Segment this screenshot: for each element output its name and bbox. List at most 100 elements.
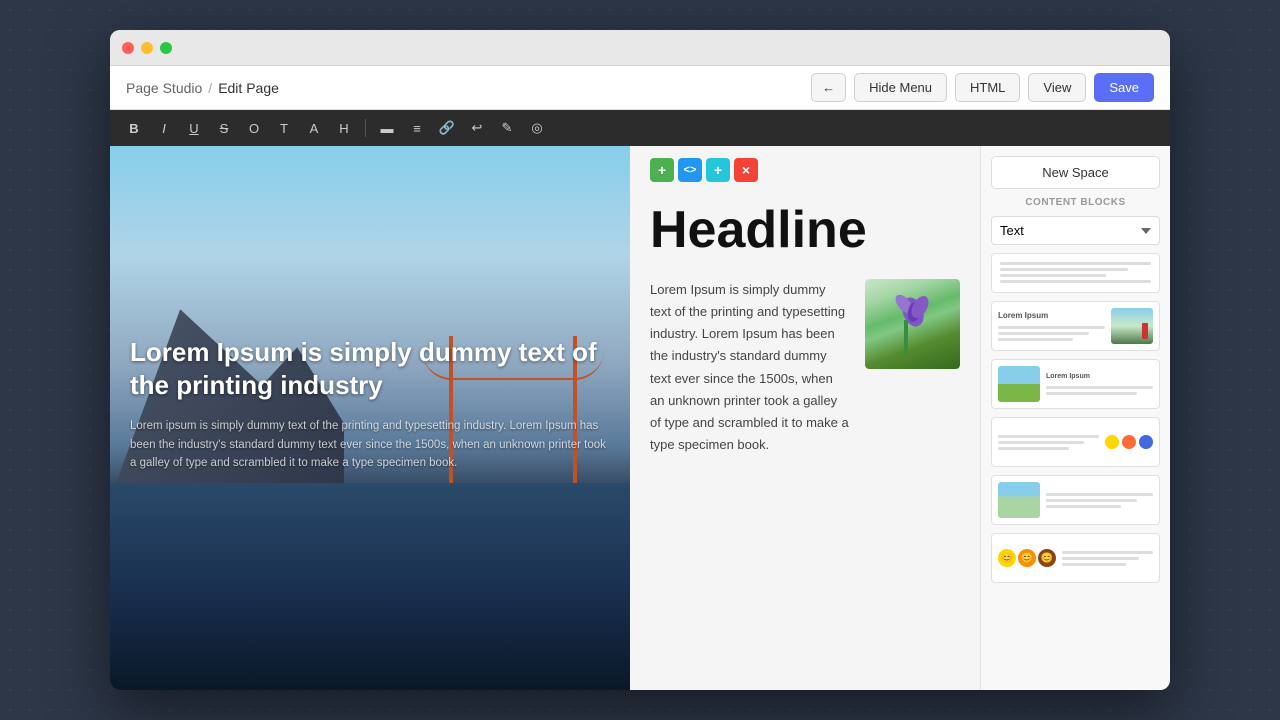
template-colorful[interactable] (991, 417, 1160, 467)
pen-button[interactable]: ✎ (495, 116, 519, 140)
circle-yellow (1105, 435, 1119, 449)
block-code-button[interactable]: <> (678, 158, 702, 182)
undo-button[interactable]: ↩ (465, 116, 489, 140)
template-line (1046, 505, 1121, 508)
font-button[interactable]: A (302, 116, 326, 140)
toolbar-divider (365, 119, 366, 137)
template-text-lines (1062, 551, 1153, 566)
face-2: 😊 (1018, 549, 1036, 567)
template-line (998, 326, 1105, 329)
content-image (865, 279, 960, 369)
link-button[interactable]: 🔗 (435, 116, 459, 140)
template-thumbnail-field (998, 366, 1040, 402)
template-line (1046, 493, 1153, 496)
template-text-lines: Lorem Ipsum (998, 311, 1105, 341)
main-area: Lorem Ipsum is simply dummy text of the … (110, 146, 1170, 690)
template-line (1000, 280, 1151, 283)
circle-blue (1139, 435, 1153, 449)
italic-button[interactable]: I (152, 116, 176, 140)
block-plus-button[interactable]: + (706, 158, 730, 182)
hero-panel: Lorem Ipsum is simply dummy text of the … (110, 146, 630, 690)
template-line (998, 435, 1099, 438)
app-content: Page Studio / Edit Page ← Hide Menu HTML… (110, 66, 1170, 690)
hero-description: Lorem ipsum is simply dummy text of the … (130, 417, 610, 472)
content-headline[interactable]: Headline (650, 202, 960, 259)
html-button[interactable]: HTML (955, 73, 1020, 102)
face-1: 😊 (998, 549, 1016, 567)
template-text-lines (1046, 493, 1153, 508)
block-close-button[interactable]: × (734, 158, 758, 182)
template-line (998, 332, 1089, 335)
hero-image: Lorem Ipsum is simply dummy text of the … (110, 146, 630, 690)
block-toolbar: + <> + × (650, 158, 758, 182)
content-text[interactable]: Lorem Ipsum is simply dummy text of the … (650, 279, 849, 456)
titlebar (110, 30, 1170, 66)
hide-menu-button[interactable]: Hide Menu (854, 73, 947, 102)
template-text-lines: Lorem Ipsum (1046, 373, 1153, 395)
canvas-content: Lorem Ipsum is simply dummy text of the … (110, 146, 980, 690)
circle-orange (1122, 435, 1136, 449)
block-add-button[interactable]: + (650, 158, 674, 182)
block-type-select[interactable]: Text Image Video Button Columns (991, 216, 1160, 245)
maximize-window-btn[interactable] (160, 42, 172, 54)
topbar: Page Studio / Edit Page ← Hide Menu HTML… (110, 66, 1170, 110)
content-blocks-label: CONTENT BLOCKS (991, 197, 1160, 208)
breadcrumb-separator: / (208, 80, 212, 96)
list-button[interactable]: ≡ (405, 116, 429, 140)
hero-title: Lorem Ipsum is simply dummy text of the … (130, 336, 610, 404)
content-panel: + <> + × Headline Lorem Ipsum is simply … (630, 146, 980, 690)
template-line (1000, 268, 1128, 271)
view-button[interactable]: View (1028, 73, 1086, 102)
template-lorem-label: Lorem Ipsum (1046, 373, 1153, 380)
content-body-area: Lorem Ipsum is simply dummy text of the … (650, 279, 960, 456)
bold-button[interactable]: B (122, 116, 146, 140)
back-button[interactable]: ← (811, 73, 846, 102)
breadcrumb-current: Edit Page (218, 80, 279, 96)
template-line (1000, 274, 1106, 277)
template-line (1046, 392, 1137, 395)
template-line (1062, 557, 1139, 560)
text-color-button[interactable]: T (272, 116, 296, 140)
underline-button[interactable]: U (182, 116, 206, 140)
template-line (998, 441, 1084, 444)
template-lighthouse[interactable]: Lorem Ipsum (991, 301, 1160, 351)
right-sidebar: New Space CONTENT BLOCKS Text Image Vide… (980, 146, 1170, 690)
template-line (998, 338, 1073, 341)
block-button[interactable]: ▬ (375, 116, 399, 140)
template-circles (1105, 435, 1153, 449)
new-space-button[interactable]: New Space (991, 156, 1160, 189)
template-lines-group (1000, 262, 1151, 283)
template-line (1046, 386, 1153, 389)
template-line (1046, 499, 1137, 502)
app-window: Page Studio / Edit Page ← Hide Menu HTML… (110, 30, 1170, 690)
hero-overlay-text: Lorem Ipsum is simply dummy text of the … (130, 336, 610, 473)
traffic-lights (122, 42, 172, 54)
template-text-lines (998, 435, 1099, 450)
face-3: 😊 (1038, 549, 1056, 567)
template-line (1062, 563, 1126, 566)
canvas-area: Lorem Ipsum is simply dummy text of the … (110, 146, 980, 690)
template-field[interactable]: Lorem Ipsum (991, 359, 1160, 409)
minimize-window-btn[interactable] (141, 42, 153, 54)
template-thumbnail-meadow (998, 482, 1040, 518)
heading-button[interactable]: H (332, 116, 356, 140)
template-thumbnail-lighthouse (1111, 308, 1153, 344)
template-faces[interactable]: 😊 😊 😊 (991, 533, 1160, 583)
template-line (1062, 551, 1153, 554)
strikethrough-button[interactable]: S (212, 116, 236, 140)
template-meadow[interactable] (991, 475, 1160, 525)
close-window-btn[interactable] (122, 42, 134, 54)
topbar-actions: ← Hide Menu HTML View Save (811, 73, 1154, 102)
save-button[interactable]: Save (1094, 73, 1154, 102)
highlight-button[interactable]: O (242, 116, 266, 140)
template-line (1000, 262, 1151, 265)
breadcrumb-parent[interactable]: Page Studio (126, 80, 202, 96)
template-face-icons: 😊 😊 😊 (998, 549, 1056, 567)
water-decoration (110, 483, 630, 690)
formatting-toolbar: B I U S O T A H ▬ ≡ 🔗 ↩ ✎ ◎ (110, 110, 1170, 146)
template-lorem-label: Lorem Ipsum (998, 311, 1105, 320)
template-line (998, 447, 1069, 450)
circle-button[interactable]: ◎ (525, 116, 549, 140)
template-text-only[interactable] (991, 253, 1160, 293)
breadcrumb: Page Studio / Edit Page (126, 80, 279, 96)
